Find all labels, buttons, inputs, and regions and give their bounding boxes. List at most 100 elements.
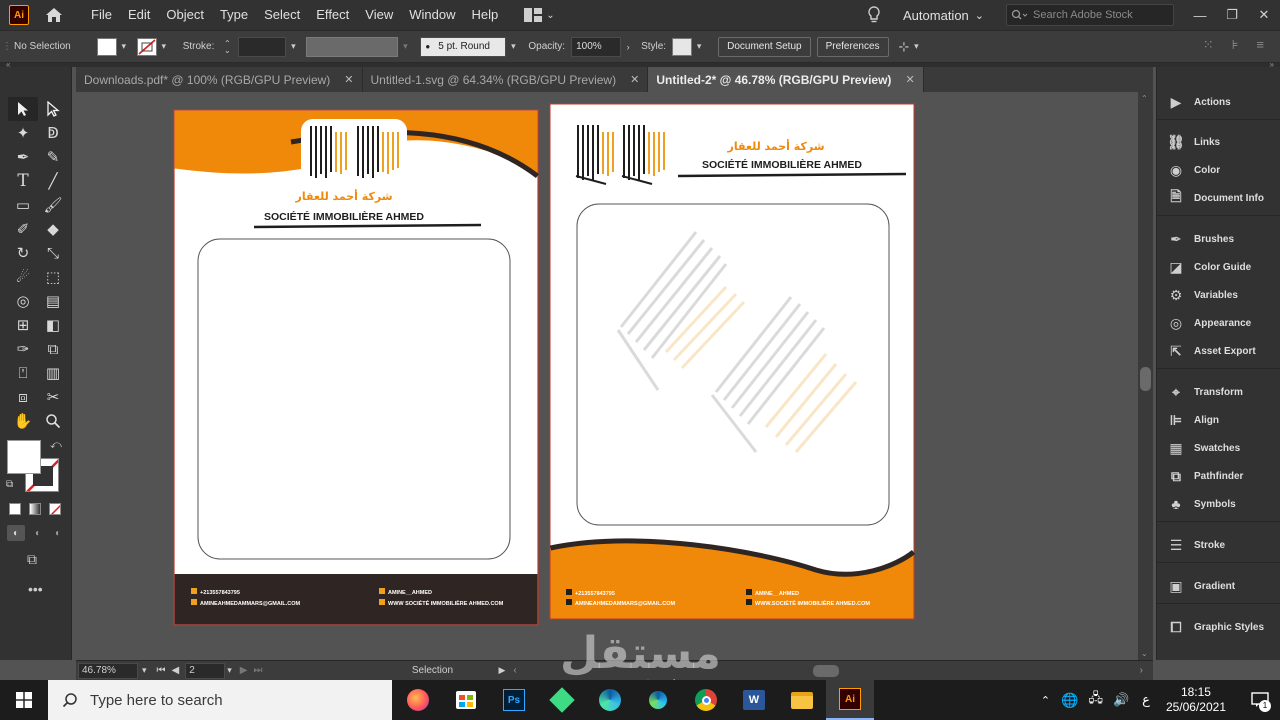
magic-wand-tool-icon[interactable]: ✦ — [8, 121, 38, 145]
rectangle-tool-icon[interactable]: ▭ — [8, 193, 38, 217]
default-colors-icon[interactable]: ⧉ — [6, 479, 13, 490]
panel-asset-export[interactable]: ⇱ Asset Export — [1167, 342, 1256, 360]
menu-type[interactable]: Type — [212, 0, 256, 30]
chevron-down-icon[interactable]: ▾ — [117, 38, 131, 56]
artboard-number-input[interactable]: 2 — [185, 662, 226, 679]
taskbar-search-input[interactable]: Type here to search — [48, 680, 392, 720]
fill-color-front[interactable] — [7, 440, 41, 474]
more-tools-icon[interactable]: ••• — [28, 581, 43, 597]
keyboard-language[interactable]: ع — [1134, 692, 1158, 708]
draw-inside-icon[interactable]: ◐ — [49, 525, 67, 541]
tab-untitled-2[interactable]: Untitled-2* @ 46.78% (RGB/GPU Preview) ✕ — [648, 67, 924, 92]
previous-artboard-icon[interactable]: ◀ — [172, 665, 180, 676]
taskbar-photoshop-icon[interactable]: Ps — [490, 680, 538, 720]
arrange-icon[interactable]: ⊹ — [899, 39, 910, 55]
chevron-down-icon[interactable]: ▾ — [506, 38, 520, 56]
minimize-icon[interactable]: — — [1184, 0, 1216, 30]
scale-tool-icon[interactable]: ⤡ — [38, 241, 68, 265]
taskbar-clock[interactable]: 18:15 25/06/2021 — [1166, 685, 1226, 715]
curvature-tool-icon[interactable]: ✎ — [38, 145, 68, 169]
network-icon[interactable]: 🖧 — [1083, 689, 1108, 711]
close-icon[interactable]: ✕ — [1248, 0, 1280, 30]
document-setup-button[interactable]: Document Setup — [718, 36, 811, 57]
workspace-switcher[interactable]: Automation ⌄ — [903, 8, 984, 23]
horizontal-scrollbar[interactable] — [525, 664, 1132, 677]
close-icon[interactable]: ✕ — [344, 73, 353, 86]
lasso-tool-icon[interactable]: ↁ — [38, 121, 68, 145]
chevron-down-icon[interactable]: ▾ — [142, 665, 147, 676]
content-frame-2[interactable] — [576, 203, 890, 526]
scroll-right-icon[interactable]: › — [1140, 665, 1143, 676]
menu-help[interactable]: Help — [463, 0, 506, 30]
warp-tool-icon[interactable]: ☄ — [8, 265, 38, 289]
preferences-button[interactable]: Preferences — [816, 36, 889, 57]
tab-untitled-1[interactable]: Untitled-1.svg @ 64.34% (RGB/GPU Preview… — [363, 67, 649, 92]
panel-swatches[interactable]: ▦ Swatches — [1167, 439, 1240, 457]
restore-icon[interactable]: ❐ — [1216, 0, 1248, 30]
panel-document-info[interactable]: 🗎 Document Info — [1167, 188, 1264, 207]
menu-edit[interactable]: Edit — [120, 0, 158, 30]
graphic-style-swatch[interactable] — [672, 37, 693, 56]
panel-links[interactable]: ⛓ Links — [1167, 133, 1220, 151]
selection-tool-icon[interactable] — [8, 97, 38, 121]
stroke-weight-stepper[interactable]: ⌃ ⌄ — [220, 38, 234, 56]
panel-menu-icon[interactable]: ≡ — [1256, 37, 1264, 53]
scroll-thumb[interactable] — [1140, 367, 1151, 391]
panel-transform[interactable]: ⌖ Transform — [1167, 383, 1243, 401]
panel-gradient[interactable]: ▣ Gradient — [1167, 577, 1235, 595]
taskbar-firefox-icon[interactable] — [394, 680, 442, 720]
draw-behind-icon[interactable]: ◐ — [29, 525, 47, 541]
chevron-down-icon[interactable]: ▾ — [909, 38, 923, 56]
arrange-documents-button[interactable]: ⌄ — [524, 8, 555, 22]
eraser-tool-icon[interactable]: ◆ — [38, 217, 68, 241]
panel-brushes[interactable]: ✒ Brushes — [1167, 230, 1234, 248]
zoom-tool-icon[interactable] — [38, 409, 68, 433]
close-icon[interactable]: ✕ — [630, 73, 639, 86]
lightbulb-icon[interactable] — [865, 5, 883, 25]
chevron-up-icon[interactable]: ⌃ — [1035, 694, 1056, 707]
align-icon[interactable]: ⊧ — [1232, 37, 1239, 53]
panel-symbols[interactable]: ♣ Symbols — [1167, 495, 1235, 513]
menu-window[interactable]: Window — [401, 0, 463, 30]
pen-tool-icon[interactable]: ✒ — [8, 145, 38, 169]
panel-stroke[interactable]: ☰ Stroke — [1167, 536, 1225, 554]
symbol-sprayer-tool-icon[interactable]: ⍞ — [8, 361, 38, 385]
rotate-tool-icon[interactable]: ↻ — [8, 241, 38, 265]
line-segment-tool-icon[interactable]: ╱ — [38, 169, 68, 193]
globe-icon[interactable]: 🌐 — [1056, 692, 1083, 709]
stroke-swatch[interactable] — [136, 37, 157, 56]
opacity-input[interactable]: 100% — [571, 36, 622, 57]
menu-select[interactable]: Select — [256, 0, 308, 30]
windows-start-icon[interactable] — [0, 680, 48, 720]
chevron-down-icon[interactable]: ▾ — [398, 38, 412, 56]
panel-graphic-styles[interactable]: ⧠ Graphic Styles — [1167, 618, 1264, 636]
type-tool-icon[interactable]: T — [8, 169, 38, 193]
screen-mode-icon[interactable]: ⧉ — [27, 551, 37, 568]
variable-width-profile[interactable] — [306, 36, 399, 57]
zoom-level-input[interactable]: 46.78% — [78, 662, 138, 679]
scroll-down-icon[interactable]: ⌄ — [1141, 649, 1148, 658]
panel-pathfinder[interactable]: ⧉ Pathfinder — [1167, 467, 1243, 485]
column-graph-tool-icon[interactable]: ▥ — [38, 361, 68, 385]
transform-icon[interactable]: ⁙ — [1203, 37, 1214, 53]
taskbar-store-icon[interactable] — [442, 680, 490, 720]
panel-color-guide[interactable]: ◪ Color Guide — [1167, 258, 1251, 276]
menu-object[interactable]: Object — [158, 0, 212, 30]
hand-tool-icon[interactable]: ✋ — [8, 409, 38, 433]
menu-file[interactable]: File — [83, 0, 120, 30]
taskbar-illustrator-icon[interactable]: Ai — [826, 680, 874, 720]
color-mode-icon[interactable] — [9, 503, 21, 515]
none-mode-icon[interactable] — [49, 503, 61, 515]
draw-normal-icon[interactable]: ◐ — [7, 525, 25, 541]
taskbar-word-icon[interactable]: W — [730, 680, 778, 720]
brush-definition[interactable]: ● 5 pt. Round — [420, 36, 507, 57]
chevron-down-icon[interactable]: ▾ — [157, 38, 171, 56]
scroll-thumb[interactable] — [812, 664, 839, 677]
stroke-weight-input[interactable] — [238, 36, 287, 57]
close-icon[interactable]: ✕ — [905, 73, 914, 86]
chevron-down-icon[interactable]: ▾ — [692, 38, 706, 56]
taskbar-file-explorer-icon[interactable] — [778, 680, 826, 720]
panel-color[interactable]: ◉ Color — [1167, 161, 1220, 179]
next-artboard-icon[interactable]: ▶ — [240, 665, 248, 676]
blend-tool-icon[interactable]: ⧉ — [38, 337, 68, 361]
